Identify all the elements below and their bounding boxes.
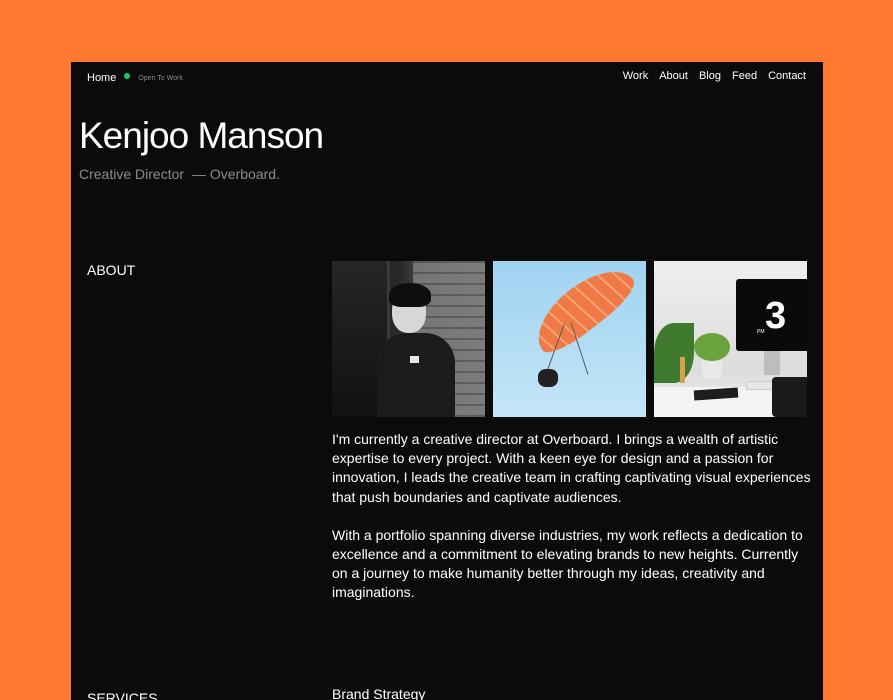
photo-lamp: [680, 357, 685, 383]
photo-person-hair: [389, 283, 431, 307]
nav-links: Work About Blog Feed Contact: [623, 70, 806, 82]
monitor-pm: PM: [757, 329, 765, 335]
about-photo-gallery: 3 PM: [332, 261, 807, 417]
photo-plant: [694, 333, 730, 361]
portrait-photo: [332, 261, 485, 417]
monitor-number: 3: [765, 295, 787, 337]
page-panel: Home Open To Work Work About Blog Feed C…: [71, 62, 823, 700]
nav-link-blog[interactable]: Blog: [699, 70, 721, 82]
hero-role: Creative Director: [79, 166, 185, 182]
nav-left: Home Open To Work: [87, 72, 183, 84]
hero-subtitle: Creative Director — Overboard.: [79, 166, 280, 182]
about-paragraph-2: With a portfolio spanning diverse indust…: [332, 526, 803, 601]
nav-link-work[interactable]: Work: [623, 70, 648, 82]
desk-setup-photo: 3 PM: [654, 261, 807, 417]
photo-sweater-badge: [410, 356, 419, 363]
hero-company: — Overboard.: [192, 166, 280, 182]
services-section-label: SERVICES: [87, 690, 158, 700]
photo-person-body: [377, 333, 455, 417]
photo-chair: [772, 377, 807, 417]
nav-home-link[interactable]: Home: [87, 72, 116, 84]
photo-plant-leaf: [654, 323, 694, 383]
nav-link-contact[interactable]: Contact: [768, 70, 806, 82]
about-paragraph-1: I'm currently a creative director at Ove…: [332, 431, 811, 505]
paraglider-photo: [493, 261, 646, 417]
service-item-brand-strategy: Brand Strategy: [332, 686, 426, 700]
about-section-label: ABOUT: [87, 262, 136, 278]
photo-pot: [702, 361, 722, 379]
status-text: Open To Work: [138, 74, 183, 82]
nav-link-about[interactable]: About: [659, 70, 688, 82]
paraglider-wing: [523, 261, 642, 361]
about-text: I'm currently a creative director at Ove…: [332, 430, 812, 622]
photo-monitor-stand: [764, 351, 780, 375]
nav-link-feed[interactable]: Feed: [732, 70, 757, 82]
paraglider-pilot: [538, 369, 558, 387]
hero-name: Kenjoo Manson: [79, 115, 324, 156]
status-dot-icon: [124, 73, 131, 79]
